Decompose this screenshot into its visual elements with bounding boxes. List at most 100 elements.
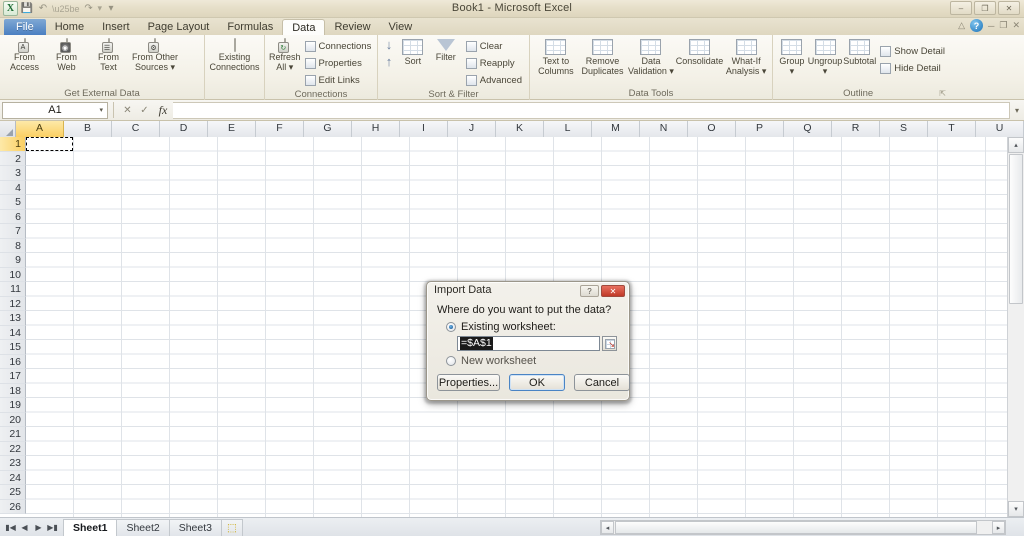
- vertical-scroll-thumb[interactable]: [1009, 154, 1023, 304]
- scroll-right-button[interactable]: ▸: [992, 521, 1005, 534]
- row-header-12[interactable]: 12: [0, 296, 26, 311]
- row-header-17[interactable]: 17: [0, 369, 26, 384]
- filter-button[interactable]: Filter: [430, 37, 462, 62]
- tab-view[interactable]: View: [380, 19, 422, 35]
- vertical-scrollbar[interactable]: ▴ ▾: [1007, 137, 1024, 517]
- edit-links-button[interactable]: Edit Links: [302, 72, 375, 89]
- sheet-tab-sheet1[interactable]: Sheet1: [63, 518, 118, 536]
- what-if-analysis-button[interactable]: What-If Analysis ▾: [724, 37, 768, 76]
- column-header-K[interactable]: K: [496, 121, 544, 137]
- dialog-help-button[interactable]: ?: [580, 285, 599, 297]
- text-to-columns-button[interactable]: Text to Columns: [534, 37, 578, 76]
- column-header-L[interactable]: L: [544, 121, 592, 137]
- ribbon-close-icon[interactable]: ✕: [1012, 20, 1020, 31]
- tab-data[interactable]: Data: [282, 19, 326, 35]
- column-header-B[interactable]: B: [64, 121, 112, 137]
- column-header-F[interactable]: F: [256, 121, 304, 137]
- horizontal-scrollbar[interactable]: ◂ ▸: [600, 520, 1006, 535]
- enter-icon[interactable]: ✓: [136, 105, 153, 116]
- row-header-7[interactable]: 7: [0, 224, 26, 239]
- column-header-C[interactable]: C: [112, 121, 160, 137]
- tab-formulas[interactable]: Formulas: [218, 19, 282, 35]
- tab-file[interactable]: File: [4, 19, 46, 35]
- show-detail-button[interactable]: Show Detail: [877, 43, 948, 60]
- row-header-13[interactable]: 13: [0, 311, 26, 326]
- existing-connections-button[interactable]: Existing Connections: [209, 37, 260, 72]
- row-header-23[interactable]: 23: [0, 456, 26, 471]
- cancel-icon[interactable]: ✕: [119, 105, 136, 116]
- row-header-1[interactable]: 1: [0, 137, 26, 152]
- restore-button[interactable]: ❐: [974, 1, 996, 15]
- column-header-P[interactable]: P: [736, 121, 784, 137]
- column-header-E[interactable]: E: [208, 121, 256, 137]
- from-access-button[interactable]: A From Access: [4, 37, 45, 72]
- row-header-22[interactable]: 22: [0, 441, 26, 456]
- column-header-H[interactable]: H: [352, 121, 400, 137]
- scroll-left-button[interactable]: ◂: [601, 521, 614, 534]
- reference-input[interactable]: =$A$1: [457, 336, 600, 351]
- advanced-filter-button[interactable]: Advanced: [463, 72, 525, 89]
- tab-home[interactable]: Home: [46, 19, 93, 35]
- prev-sheet-button[interactable]: ◀: [18, 523, 31, 532]
- ribbon-minimize-icon[interactable]: ─: [988, 21, 994, 31]
- existing-worksheet-radio[interactable]: [446, 322, 456, 332]
- from-web-button[interactable]: ◉ From Web: [46, 37, 87, 72]
- column-header-U[interactable]: U: [976, 121, 1024, 137]
- active-cell-a1[interactable]: [26, 137, 73, 151]
- column-header-Q[interactable]: Q: [784, 121, 832, 137]
- next-sheet-button[interactable]: ▶: [32, 523, 45, 532]
- reapply-filter-button[interactable]: Reapply: [463, 55, 525, 72]
- scroll-down-button[interactable]: ▾: [1008, 501, 1024, 517]
- column-header-D[interactable]: D: [160, 121, 208, 137]
- remove-duplicates-button[interactable]: Remove Duplicates: [579, 37, 627, 76]
- first-sheet-button[interactable]: ▮◀: [4, 523, 17, 532]
- refresh-all-button[interactable]: ↻ Refresh All ▾: [269, 37, 301, 72]
- connections-button[interactable]: Connections: [302, 38, 375, 55]
- column-header-I[interactable]: I: [400, 121, 448, 137]
- sheet-tab-sheet3[interactable]: Sheet3: [168, 518, 222, 536]
- chevron-up-icon[interactable]: △: [958, 20, 965, 31]
- column-header-M[interactable]: M: [592, 121, 640, 137]
- hide-detail-button[interactable]: Hide Detail: [877, 60, 948, 77]
- horizontal-scroll-thumb[interactable]: [615, 521, 977, 534]
- dialog-close-button[interactable]: ✕: [601, 285, 625, 297]
- properties-button[interactable]: Properties: [302, 55, 375, 72]
- ribbon-restore-icon[interactable]: ❐: [999, 20, 1007, 31]
- row-header-10[interactable]: 10: [0, 267, 26, 282]
- row-header-8[interactable]: 8: [0, 238, 26, 253]
- properties-button[interactable]: Properties...: [437, 374, 500, 391]
- row-header-21[interactable]: 21: [0, 427, 26, 442]
- consolidate-button[interactable]: Consolidate: [676, 37, 723, 66]
- ok-button[interactable]: OK: [509, 374, 565, 391]
- name-box[interactable]: A1 ▾: [2, 101, 108, 119]
- row-header-19[interactable]: 19: [0, 398, 26, 413]
- row-header-25[interactable]: 25: [0, 485, 26, 500]
- sort-ascending-icon[interactable]: ↓: [386, 38, 393, 51]
- row-header-4[interactable]: 4: [0, 180, 26, 195]
- range-selector-icon[interactable]: ↘: [602, 336, 617, 351]
- formula-input[interactable]: [173, 101, 1010, 119]
- column-header-G[interactable]: G: [304, 121, 352, 137]
- column-header-N[interactable]: N: [640, 121, 688, 137]
- existing-worksheet-option[interactable]: Existing worksheet:: [446, 321, 619, 333]
- outline-dialog-launcher-icon[interactable]: ⇱: [939, 88, 946, 100]
- chevron-down-icon[interactable]: ▾: [99, 106, 103, 114]
- row-header-2[interactable]: 2: [0, 151, 26, 166]
- row-header-5[interactable]: 5: [0, 195, 26, 210]
- row-header-6[interactable]: 6: [0, 209, 26, 224]
- ungroup-button[interactable]: Ungroup ▾: [808, 37, 842, 76]
- insert-function-icon[interactable]: fx: [153, 103, 173, 118]
- column-header-S[interactable]: S: [880, 121, 928, 137]
- row-header-15[interactable]: 15: [0, 340, 26, 355]
- sheet-tab-sheet2[interactable]: Sheet2: [116, 518, 170, 536]
- row-header-26[interactable]: 26: [0, 499, 26, 514]
- subtotal-button[interactable]: Subtotal: [843, 37, 876, 66]
- new-worksheet-option[interactable]: New worksheet: [446, 355, 619, 367]
- expand-formula-bar-icon[interactable]: ▾: [1010, 106, 1024, 115]
- insert-worksheet-icon[interactable]: ⬚: [221, 518, 243, 536]
- row-header-14[interactable]: 14: [0, 325, 26, 340]
- tab-insert[interactable]: Insert: [93, 19, 139, 35]
- help-question-icon[interactable]: ?: [969, 19, 983, 32]
- row-header-16[interactable]: 16: [0, 354, 26, 369]
- column-header-R[interactable]: R: [832, 121, 880, 137]
